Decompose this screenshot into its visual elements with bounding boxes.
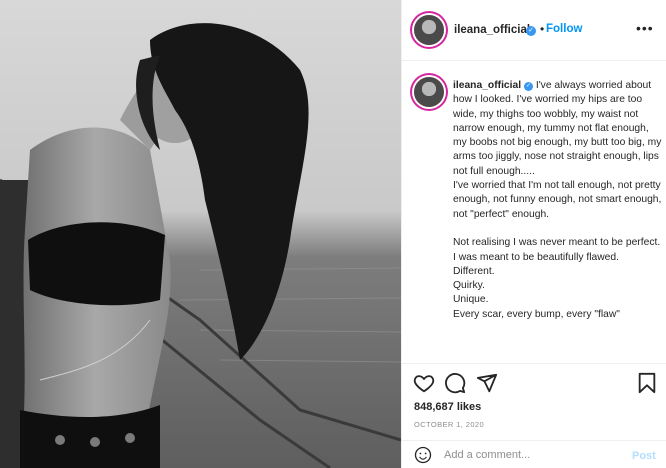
caption-username[interactable]: ileana_official bbox=[453, 80, 521, 91]
post-photo bbox=[0, 0, 401, 468]
emoji-icon[interactable] bbox=[414, 446, 432, 464]
header-username[interactable]: ileana_official bbox=[454, 24, 530, 36]
bookmark-icon[interactable] bbox=[636, 372, 658, 394]
post-comment-button[interactable]: Post bbox=[632, 450, 656, 462]
comment-bar: Post bbox=[402, 440, 666, 468]
caption: ileana_official ✓ I've always worried ab… bbox=[453, 79, 663, 322]
verified-badge-icon: ✓ bbox=[526, 26, 536, 36]
follow-button[interactable]: Follow bbox=[546, 23, 582, 35]
likes-count[interactable]: 848,687 likes bbox=[414, 401, 481, 413]
caption-area[interactable]: ileana_official ✓ I've always worried ab… bbox=[402, 61, 666, 363]
caption-text: I've always worried about how I looked. … bbox=[453, 80, 662, 320]
share-icon[interactable] bbox=[476, 372, 498, 394]
heart-icon[interactable] bbox=[413, 372, 435, 394]
separator-dot: • bbox=[540, 22, 545, 36]
post-image[interactable] bbox=[0, 0, 401, 468]
caption-avatar[interactable] bbox=[414, 77, 444, 107]
post-date[interactable]: OCTOBER 1, 2020 bbox=[414, 420, 484, 429]
avatar[interactable] bbox=[414, 15, 444, 45]
post-header: ileana_official ✓ • Follow ••• bbox=[402, 0, 666, 61]
post-side-panel: ileana_official ✓ • Follow ••• ileana_of… bbox=[401, 0, 666, 468]
caption-verified-badge-icon: ✓ bbox=[523, 82, 533, 91]
more-options-icon[interactable]: ••• bbox=[636, 20, 654, 36]
comment-icon[interactable] bbox=[444, 372, 466, 394]
comment-input[interactable] bbox=[444, 449, 614, 461]
